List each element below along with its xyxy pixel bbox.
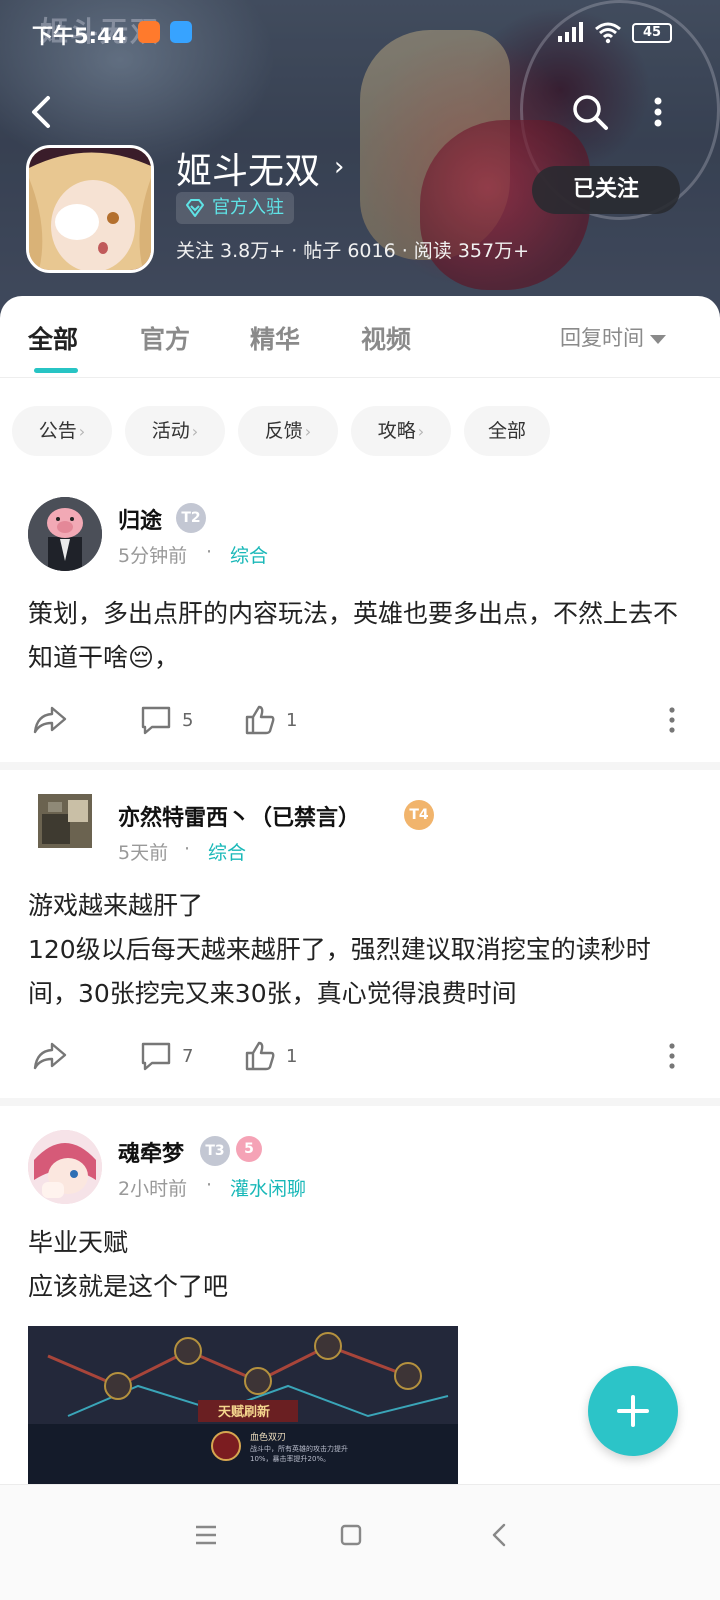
plus-icon — [617, 1395, 649, 1427]
divider — [0, 762, 720, 770]
like-button[interactable]: 1 — [244, 700, 297, 740]
official-badge: 官方入驻 — [176, 192, 294, 224]
chevron-right-icon: › — [191, 422, 199, 441]
sort-label: 回复时间 — [560, 326, 644, 350]
system-nav-bar — [0, 1484, 720, 1600]
status-time: 下午5:44 — [32, 24, 127, 48]
tab-video[interactable]: 视频 — [361, 320, 411, 356]
avatar[interactable] — [38, 794, 92, 848]
share-icon — [33, 706, 67, 734]
post-category[interactable]: 综合 — [208, 838, 246, 865]
avatar[interactable] — [28, 1130, 102, 1204]
more-vertical-icon[interactable] — [664, 704, 680, 736]
comment-button[interactable]: 7 — [140, 1036, 193, 1076]
post-image[interactable]: 天赋刷新 血色双刃 战斗中，所有英雄的攻击力提升10%，暴击率提升20%。 — [28, 1326, 458, 1484]
game-avatar-art — [29, 148, 151, 270]
like-count: 1 — [286, 1045, 298, 1067]
level-badge: T3 — [200, 1136, 230, 1166]
chip-announcement[interactable]: 公告 › — [12, 406, 112, 456]
chip-all[interactable]: 全部 — [464, 406, 550, 456]
chip-guide[interactable]: 攻略 › — [351, 406, 451, 456]
image-banner-text: 天赋刷新 — [218, 1405, 271, 1420]
like-icon — [245, 1041, 275, 1071]
tab-bar: 全部 官方 精华 视频 回复时间 — [0, 296, 720, 378]
notification-app-icon — [138, 21, 160, 43]
avatar[interactable] — [28, 497, 102, 571]
status-bar: 下午5:44 45 — [0, 18, 720, 52]
image-skill-desc: 战斗中，所有英雄的攻击力提升10%，暴击率提升20%。 — [250, 1445, 348, 1463]
menu-icon[interactable] — [186, 1515, 226, 1555]
post-actions: 7 1 — [0, 1036, 720, 1076]
official-badge-label: 官方入驻 — [212, 197, 284, 218]
page-title[interactable]: 姬斗无双 — [176, 142, 320, 194]
chip-activity[interactable]: 活动 › — [125, 406, 225, 456]
post-text: 策划，多出点肝的内容玩法，英雄也要多出点，不然上去不知道干啥😔， — [28, 599, 679, 672]
diamond-icon — [186, 199, 204, 217]
search-icon[interactable] — [570, 92, 610, 132]
divider — [0, 1098, 720, 1106]
post-actions: 5 1 — [0, 700, 720, 740]
chip-feedback[interactable]: 反馈 › — [238, 406, 338, 456]
battery-icon: 45 — [632, 23, 672, 43]
like-count: 1 — [286, 709, 298, 731]
comment-icon — [141, 1042, 171, 1071]
tab-featured[interactable]: 精华 — [250, 320, 300, 356]
tab-all[interactable]: 全部 — [28, 320, 78, 356]
heart-badge: 5 — [236, 1136, 262, 1162]
nav-back-icon[interactable] — [480, 1515, 520, 1555]
comment-button[interactable]: 5 — [140, 700, 193, 740]
share-button[interactable] — [32, 1036, 68, 1076]
comment-icon — [141, 706, 171, 735]
post-text: 游戏越来越肝了 120级以后每天越来越肝了，强烈建议取消挖宝的读秒时间，30张挖… — [28, 891, 651, 1008]
username[interactable]: 亦然特雷西丶（已禁言） — [118, 800, 360, 832]
post-category[interactable]: 灌水闲聊 — [230, 1174, 306, 1201]
share-button[interactable] — [32, 700, 68, 740]
post-time: 5天前 — [118, 842, 169, 864]
username[interactable]: 归途 — [118, 503, 162, 535]
level-badge: T4 — [404, 800, 434, 830]
like-button[interactable]: 1 — [244, 1036, 297, 1076]
new-post-button[interactable] — [588, 1366, 678, 1456]
community-stats: 关注 3.8万+ · 帖子 6016 · 阅读 357万+ — [176, 240, 530, 262]
chevron-right-icon: › — [304, 422, 312, 441]
post-time: 2小时前 — [118, 1178, 188, 1200]
home-icon[interactable] — [331, 1515, 371, 1555]
post-category[interactable]: 综合 — [230, 541, 268, 568]
share-icon — [33, 1042, 67, 1070]
active-tab-indicator — [34, 368, 78, 373]
game-avatar[interactable] — [26, 145, 154, 273]
more-vertical-icon[interactable] — [664, 1040, 680, 1072]
signal-icon — [558, 22, 583, 42]
level-badge: T2 — [176, 503, 206, 533]
image-skill-name: 血色双刃 — [250, 1433, 287, 1443]
chevron-right-icon: › — [78, 422, 86, 441]
sort-dropdown[interactable]: 回复时间 — [560, 322, 666, 352]
more-vertical-icon[interactable] — [648, 92, 668, 132]
post-text: 毕业天赋 应该就是这个了吧 — [28, 1228, 229, 1301]
caret-down-icon — [650, 334, 666, 344]
follow-button[interactable]: 已关注 — [532, 166, 680, 214]
chevron-right-icon[interactable]: › — [334, 152, 344, 182]
back-icon[interactable] — [26, 92, 58, 132]
comment-count: 5 — [182, 709, 194, 731]
notification-app-icon — [170, 21, 192, 43]
post-time: 5分钟前 — [118, 545, 188, 567]
tab-official[interactable]: 官方 — [140, 320, 190, 356]
like-icon — [245, 705, 275, 735]
chevron-right-icon: › — [417, 422, 425, 441]
username[interactable]: 魂牵梦 — [118, 1136, 184, 1168]
comment-count: 7 — [182, 1045, 194, 1067]
wifi-icon — [595, 22, 621, 44]
